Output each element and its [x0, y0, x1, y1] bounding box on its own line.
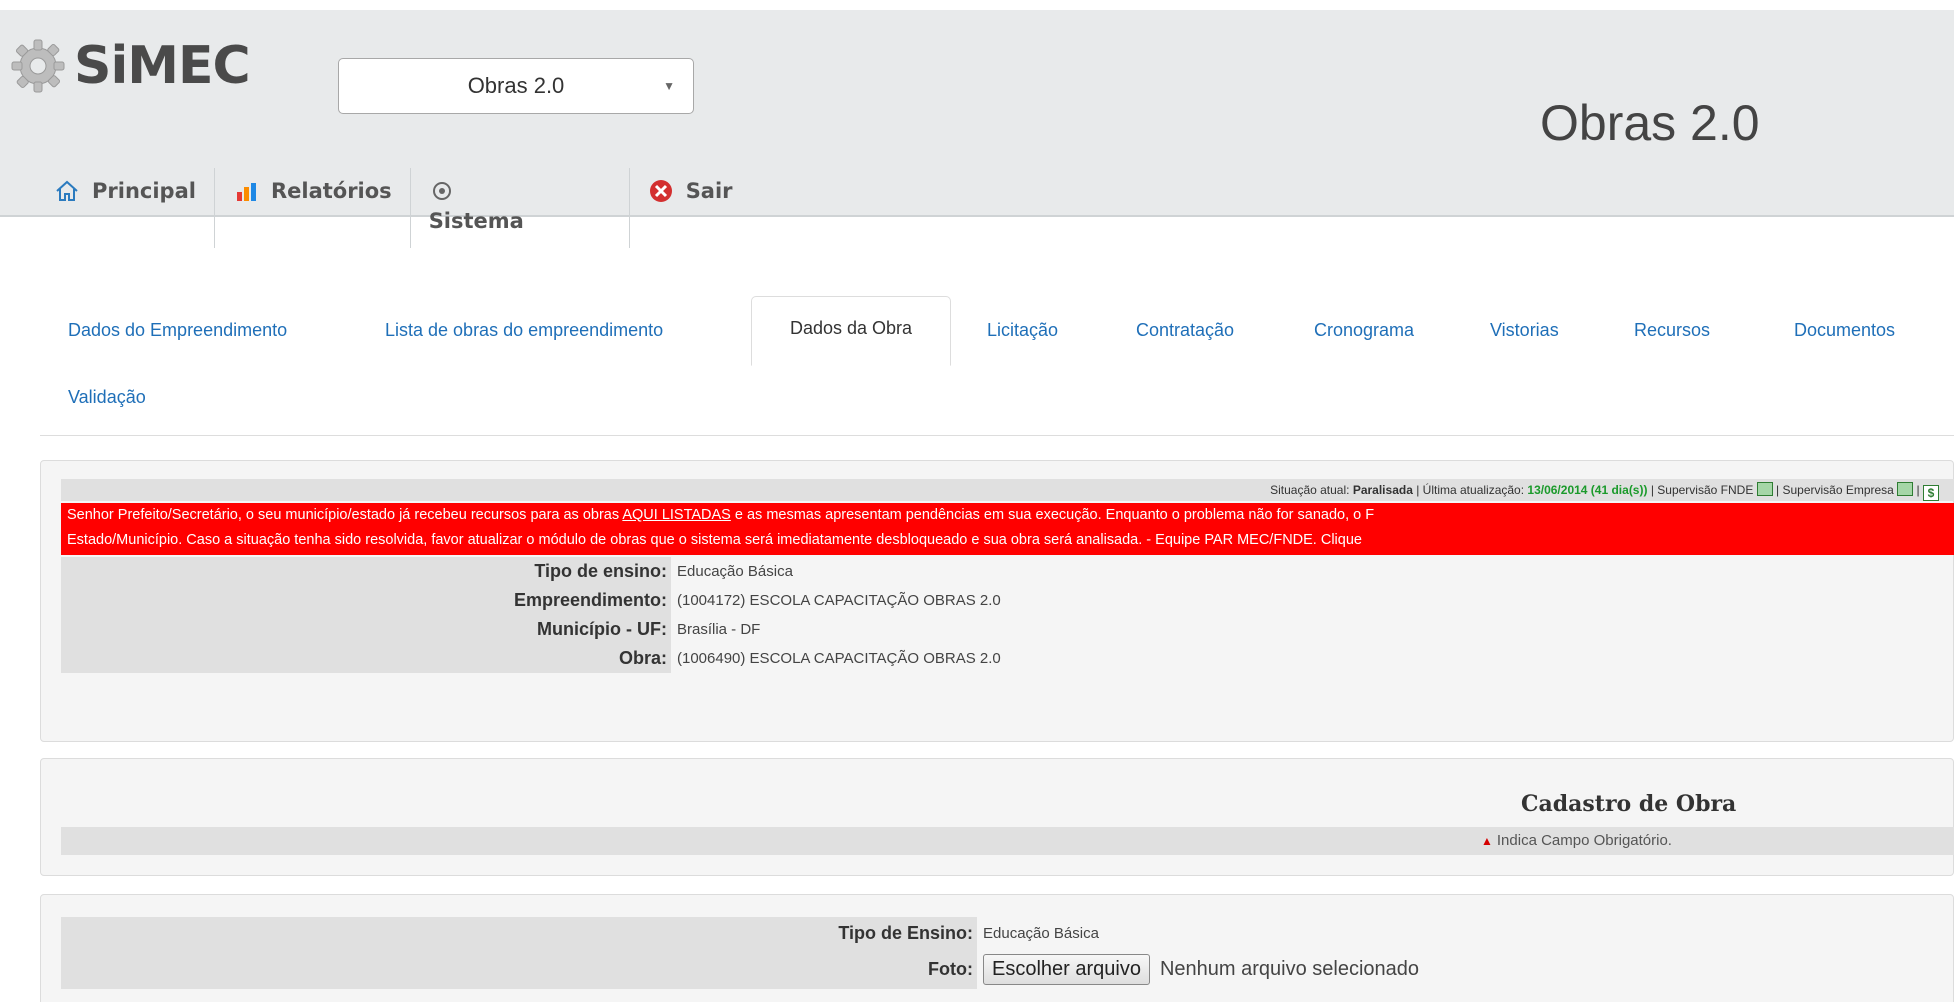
- obra-info-panel: Situação atual: Paralisada | Última atua…: [40, 460, 1954, 742]
- alert-text-a: Senhor Prefeito/Secretário, o seu municí…: [67, 507, 623, 523]
- supervisao-empresa-icon[interactable]: [1897, 482, 1914, 496]
- obra-value: (1006490) ESCOLA CAPACITAÇÃO OBRAS 2.0: [677, 650, 1001, 667]
- cadastro-form-panel: Tipo de Ensino: Educação Básica Foto: Es…: [40, 894, 1954, 1002]
- tab-vistorias[interactable]: Vistorias: [1490, 320, 1559, 341]
- menu-item-relatorios[interactable]: Relatórios: [233, 168, 410, 248]
- status-update-value: 13/06/2014 (41 dia(s)): [1527, 483, 1648, 497]
- obra-label: Obra:: [61, 644, 671, 673]
- form-tipo-ensino-value: Educação Básica: [983, 924, 1099, 942]
- form-row-tipo-ensino: Tipo de Ensino: Educação Básica: [61, 917, 1954, 949]
- tab-cronograma[interactable]: Cronograma: [1314, 320, 1414, 341]
- chart-icon: [233, 178, 259, 204]
- menu-label-relatorios: Relatórios: [270, 179, 392, 203]
- status-update-label: Última atualização:: [1422, 483, 1525, 497]
- tab-recursos[interactable]: Recursos: [1634, 320, 1710, 341]
- tipo-ensino-value: Educação Básica: [677, 563, 793, 580]
- foto-label: Foto:: [61, 949, 977, 989]
- menu-divider: [628, 168, 630, 248]
- info-row-empreendimento: Empreendimento: (1004172) ESCOLA CAPACIT…: [61, 586, 1954, 615]
- foto-file-input[interactable]: Escolher arquivo Nenhum arquivo seleciona…: [977, 953, 1420, 985]
- chevron-down-icon: ▼: [663, 79, 675, 93]
- alert-line-2: Estado/Município. Caso a situação tenha …: [67, 532, 1362, 548]
- status-situacao: Paralisada: [1352, 483, 1413, 497]
- module-select-value: Obras 2.0: [467, 73, 565, 98]
- info-row-obra: Obra: (1006490) ESCOLA CAPACITAÇÃO OBRAS…: [61, 644, 1954, 673]
- required-note-bar: ▲ Indica Campo Obrigatório.: [61, 827, 1954, 855]
- tab-validacao[interactable]: Validação: [68, 387, 146, 408]
- logo-text: SiMEC: [74, 36, 251, 96]
- status-bar: Situação atual: Paralisada | Última atua…: [61, 479, 1954, 501]
- empreendimento-label: Empreendimento:: [61, 586, 671, 615]
- tab-lista-obras[interactable]: Lista de obras do empreendimento: [385, 320, 663, 341]
- form-tipo-ensino-label: Tipo de Ensino:: [61, 917, 977, 949]
- municipio-value: Brasília - DF: [677, 621, 761, 638]
- tab-dados-empreendimento[interactable]: Dados do Empreendimento: [68, 320, 287, 341]
- gear-icon: [429, 178, 455, 204]
- municipio-label: Município - UF:: [61, 615, 671, 644]
- required-note: Indica Campo Obrigatório.: [1496, 832, 1672, 849]
- info-row-tipo-ensino: Tipo de ensino: Educação Básica: [61, 557, 1954, 586]
- pendencias-alert: Senhor Prefeito/Secretário, o seu municí…: [61, 503, 1954, 555]
- alert-text-b: e as mesmas apresentam pendências em sua…: [730, 507, 1375, 523]
- file-status-text: Nenhum arquivo selecionado: [1159, 957, 1420, 980]
- menu-divider: [409, 168, 411, 248]
- tab-dados-obra[interactable]: Dados da Obra: [751, 296, 951, 366]
- form-row-foto: Foto: Escolher arquivo Nenhum arquivo sel…: [61, 949, 1954, 989]
- menu-item-sair[interactable]: Sair: [648, 168, 751, 248]
- alert-line-1: Senhor Prefeito/Secretário, o seu municí…: [67, 503, 1954, 528]
- menu-label-principal: Principal: [92, 179, 196, 203]
- info-row-municipio: Município - UF: Brasília - DF: [61, 615, 1954, 644]
- app-header: SiMEC Obras 2.0 ▼ Obras 2.0 Principal Re…: [0, 10, 1954, 248]
- menu-item-principal[interactable]: Principal: [54, 168, 214, 248]
- menu-item-sistema[interactable]: Sistema: [429, 168, 629, 248]
- cadastro-title: Cadastro de Obra: [1521, 791, 1737, 817]
- tipo-ensino-label: Tipo de ensino:: [61, 557, 671, 586]
- cadastro-form-table: Tipo de Ensino: Educação Básica Foto: Es…: [61, 917, 1954, 989]
- gear-logo-icon: [8, 36, 68, 96]
- status-prefix: Situação atual:: [1270, 483, 1350, 497]
- menu-divider: [213, 168, 215, 248]
- menu-label-sistema: Sistema: [428, 209, 524, 233]
- tab-contratacao[interactable]: Contratação: [1136, 320, 1234, 341]
- supervisao-fnde-icon[interactable]: [1756, 482, 1773, 496]
- cadastro-panel: Cadastro de Obra ▲ Indica Campo Obrigatór…: [40, 758, 1954, 876]
- supervisao-empresa-label: Supervisão Empresa: [1782, 483, 1894, 497]
- supervisao-fnde-label: Supervisão FNDE: [1657, 483, 1754, 497]
- required-marker-icon: ▲: [1481, 834, 1493, 848]
- page-title: Obras 2.0: [1540, 95, 1760, 151]
- obra-tabs: Dados do Empreendimento Lista de obras d…: [40, 296, 1954, 436]
- close-icon: [648, 178, 674, 204]
- menu-label-sair: Sair: [685, 179, 733, 203]
- money-icon[interactable]: $: [1923, 485, 1939, 501]
- tab-dados-obra-label: Dados da Obra: [789, 318, 913, 338]
- aqui-listadas-link[interactable]: AQUI LISTADAS: [622, 507, 731, 523]
- tab-licitacao[interactable]: Licitação: [987, 320, 1058, 341]
- main-menu: Principal Relatórios Sistema Sair: [54, 168, 751, 248]
- simec-logo[interactable]: SiMEC: [8, 36, 251, 96]
- empreendimento-value: (1004172) ESCOLA CAPACITAÇÃO OBRAS 2.0: [677, 592, 1001, 609]
- module-select[interactable]: Obras 2.0 ▼: [338, 58, 694, 114]
- obra-info-table: Tipo de ensino: Educação Básica Empreend…: [61, 557, 1954, 673]
- home-icon: [54, 178, 80, 204]
- choose-file-button[interactable]: Escolher arquivo: [983, 953, 1150, 985]
- tab-documentos[interactable]: Documentos: [1794, 320, 1895, 341]
